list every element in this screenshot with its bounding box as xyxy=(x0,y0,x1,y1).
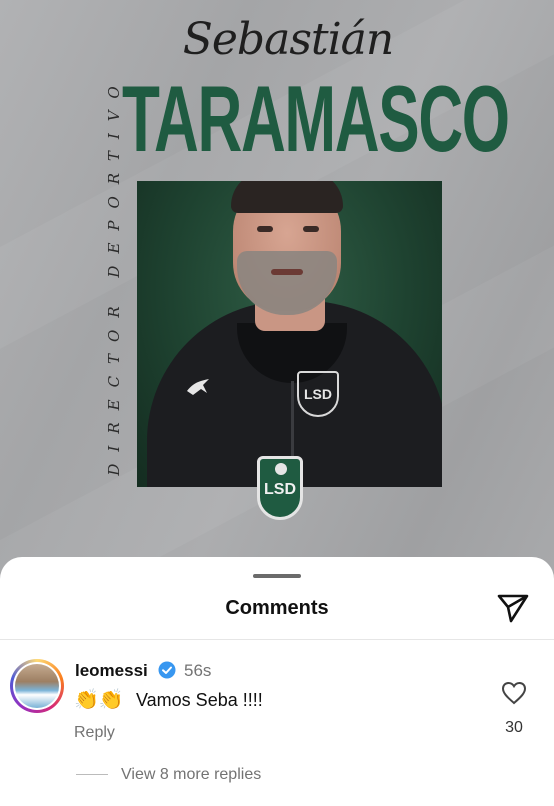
heart-outline-icon xyxy=(501,681,527,705)
paper-plane-icon xyxy=(497,594,529,623)
comment-username[interactable]: leomessi xyxy=(75,661,148,681)
comments-sheet: Comments leomessi 56s 👏👏 Vamos Seba !!!!… xyxy=(0,557,554,806)
avatar[interactable] xyxy=(10,659,64,713)
comment-emoji: 👏👏 xyxy=(74,689,124,711)
portrait-hair xyxy=(231,181,343,213)
comment-timestamp: 56s xyxy=(184,661,212,680)
verified-badge-icon xyxy=(158,661,176,679)
like-button[interactable] xyxy=(501,681,527,705)
club-logo-text: LSD xyxy=(264,481,296,498)
view-more-replies-button[interactable]: View 8 more replies xyxy=(121,766,261,784)
comment-text: Vamos Seba !!!! xyxy=(136,690,263,710)
club-logo: LSD xyxy=(257,456,303,520)
post-image: Sebastián TARAMASCO DIRECTOR DEPORTIVO L… xyxy=(0,0,554,600)
avatar-inner xyxy=(13,662,61,710)
portrait-mouth xyxy=(271,269,303,275)
sheet-divider xyxy=(0,639,554,640)
portrait-photo: LSD xyxy=(137,181,442,487)
like-count: 30 xyxy=(505,719,523,736)
puma-logo-icon xyxy=(185,377,211,402)
share-button[interactable] xyxy=(496,593,530,623)
replies-divider-line xyxy=(76,774,108,775)
reply-button[interactable]: Reply xyxy=(74,724,115,742)
chest-club-badge: LSD xyxy=(297,371,339,417)
poster-last-name: TARAMASCO xyxy=(122,66,510,171)
portrait-eye xyxy=(303,226,319,232)
poster-first-name: Sebastián xyxy=(182,14,394,65)
poster-role-vertical: DIRECTOR DEPORTIVO xyxy=(104,60,124,490)
club-logo-ball-icon xyxy=(275,463,287,475)
avatar-image xyxy=(15,664,59,708)
sheet-title: Comments xyxy=(225,597,329,619)
portrait-eye xyxy=(257,226,273,232)
poster-role-text: DIRECTOR DEPORTIVO xyxy=(105,74,123,476)
sheet-drag-handle[interactable] xyxy=(253,574,301,578)
